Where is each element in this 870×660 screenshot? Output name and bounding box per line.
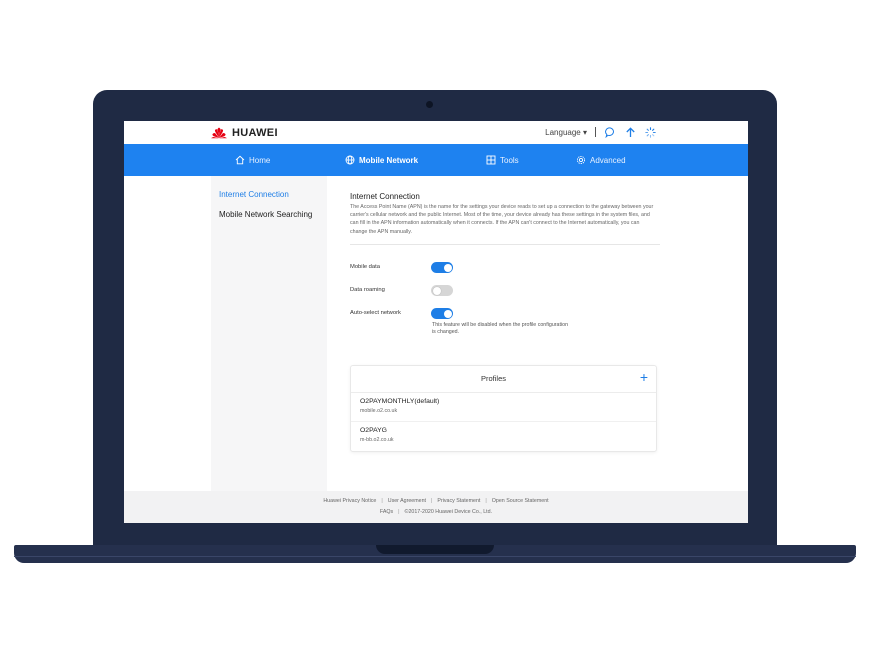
footer: Huawei Privacy Notice | User Agreement | Pri… (124, 491, 748, 523)
nav-mobile-network-label: Mobile Network (359, 155, 419, 165)
profiles-title: Profiles (480, 374, 506, 383)
profiles-card: Profiles + O2PAYMONTHLY(default) mobile.… (350, 365, 657, 452)
profile-item[interactable]: O2PAYMONTHLY(default) mobile.o2.co.uk (360, 398, 439, 414)
loading-spinner-icon (644, 126, 656, 138)
brand-name: HUAWEI (232, 127, 278, 139)
laptop-base-edge (14, 556, 856, 557)
copyright: ©2017-2020 Huawei Device Co., Ltd. (404, 509, 493, 515)
huawei-flower-icon (211, 127, 227, 139)
nav-mobile-network[interactable]: Mobile Network (345, 144, 418, 176)
profile-apn: mobile.o2.co.uk (360, 408, 398, 414)
divider: | (431, 498, 433, 504)
add-profile-button[interactable]: + (640, 369, 648, 385)
footer-links: Huawei Privacy Notice | User Agreement | Pri… (124, 498, 748, 504)
globe-icon (345, 155, 355, 165)
faqs-link[interactable]: FAQs (380, 509, 393, 515)
mobile-data-label: Mobile data (350, 264, 380, 270)
data-roaming-label: Data roaming (350, 287, 385, 293)
laptop-base-notch (376, 545, 494, 554)
profile-apn: m-bb.o2.co.uk (360, 437, 394, 443)
upload-arrow-icon[interactable] (624, 126, 636, 138)
user-agreement-link[interactable]: User Agreement (388, 498, 426, 504)
toggle-knob (443, 309, 452, 318)
profile-item[interactable]: O2PAYG m-bb.o2.co.uk (360, 427, 394, 443)
nav-tools[interactable]: Tools (486, 144, 519, 176)
main-nav: Home Mobile Network Tools Advanced (124, 144, 748, 176)
open-source-statement-link[interactable]: Open Source Statement (492, 498, 549, 504)
home-icon (235, 155, 245, 165)
footer-bottom: FAQs | ©2017-2020 Huawei Device Co., Ltd. (124, 509, 748, 515)
toggle-knob (443, 263, 452, 272)
nav-tools-label: Tools (500, 155, 519, 165)
top-bar: HUAWEI Language ▾ (124, 121, 748, 145)
sidebar-item-mobile-network-searching[interactable]: Mobile Network Searching (219, 210, 312, 219)
mobile-data-toggle[interactable] (431, 262, 453, 273)
privacy-notice-link[interactable]: Huawei Privacy Notice (323, 498, 376, 504)
apn-description: The Access Point Name (APN) is the name … (350, 204, 654, 235)
divider (595, 127, 596, 137)
nav-home[interactable]: Home (235, 144, 270, 176)
sidebar-item-internet-connection[interactable]: Internet Connection (219, 190, 289, 199)
caret-down-icon: ▾ (582, 127, 587, 137)
divider: | (398, 509, 400, 515)
auto-select-network-toggle[interactable] (431, 308, 453, 319)
webcam (426, 101, 433, 108)
divider (351, 421, 656, 422)
language-label: Language (545, 127, 581, 137)
tools-icon (486, 155, 496, 165)
language-selector[interactable]: Language ▾ (545, 128, 587, 137)
profiles-header: Profiles + (351, 366, 656, 393)
divider (350, 244, 660, 245)
profile-name: O2PAYG (360, 427, 387, 434)
divider: | (485, 498, 487, 504)
page-title: Internet Connection (350, 192, 420, 201)
huawei-logo[interactable]: HUAWEI (210, 127, 278, 139)
chat-icon[interactable] (604, 126, 616, 138)
divider: | (381, 498, 383, 504)
top-right-tools: Language ▾ (545, 126, 656, 138)
nav-advanced-label: Advanced (590, 155, 626, 165)
data-roaming-toggle[interactable] (431, 285, 453, 296)
sidebar: Internet Connection Mobile Network Searc… (211, 176, 327, 492)
toggle-knob (432, 286, 441, 295)
nav-advanced[interactable]: Advanced (576, 144, 626, 176)
screen: HUAWEI Language ▾ Home Mobile Network To… (124, 121, 748, 523)
auto-select-network-label: Auto-select network (350, 310, 401, 316)
privacy-statement-link[interactable]: Privacy Statement (437, 498, 480, 504)
gear-icon (576, 155, 586, 165)
auto-select-note: This feature will be disabled when the p… (432, 322, 569, 335)
profile-name: O2PAYMONTHLY(default) (360, 398, 440, 405)
nav-home-label: Home (249, 155, 271, 165)
